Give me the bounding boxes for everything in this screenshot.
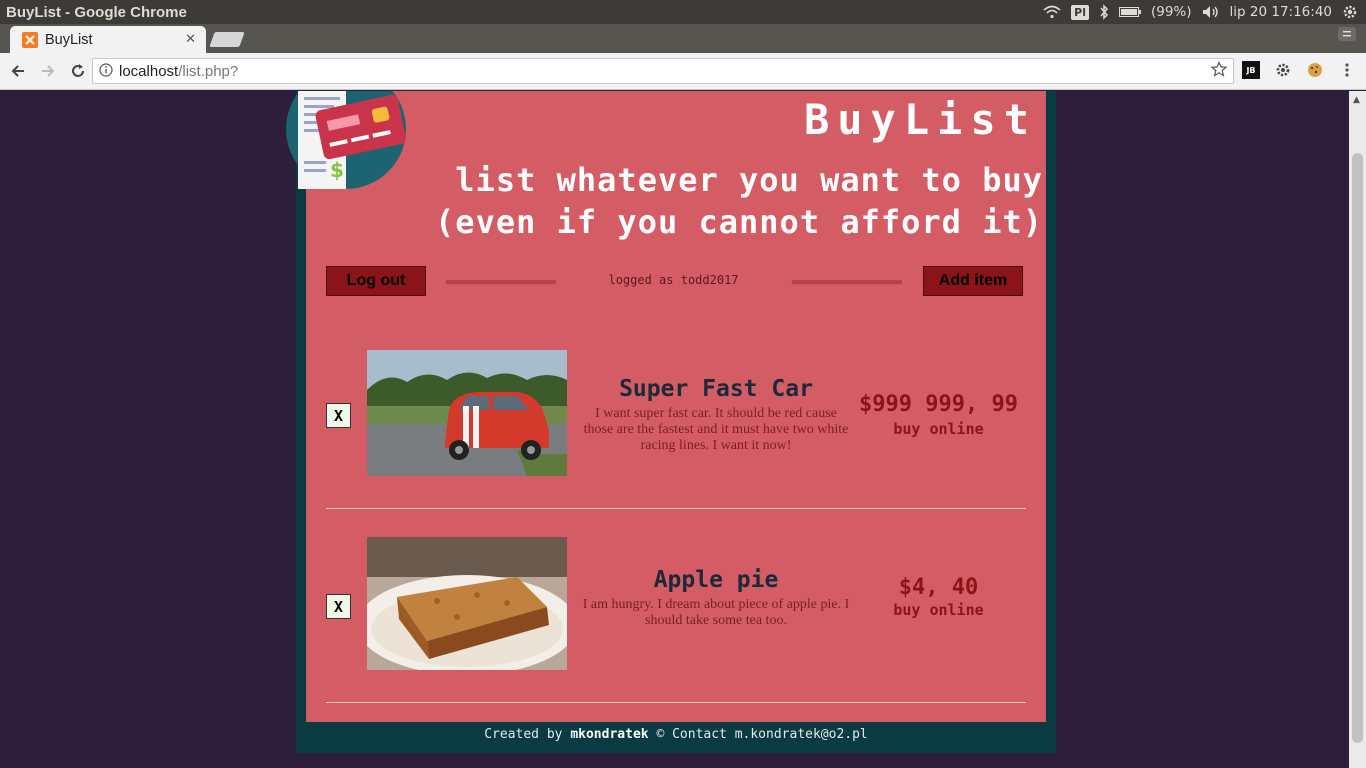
browser-tab-strip: BuyList ✕: [0, 24, 1366, 53]
svg-text:$: $: [330, 158, 344, 182]
logout-button[interactable]: Log out: [326, 266, 426, 296]
item-name: Apple pie: [653, 567, 779, 593]
url-text[interactable]: localhost/list.php?: [119, 63, 1211, 80]
buy-online-link[interactable]: buy online: [851, 420, 1026, 438]
footer-contact: © Contact m.kondratek@o2.pl: [656, 727, 868, 742]
logged-as-text: logged as todd2017: [608, 273, 739, 287]
tagline-line-2: (even if you cannot afford it): [435, 203, 1043, 241]
browser-toolbar: localhost/list.php? JB: [0, 53, 1366, 90]
item-divider: [326, 702, 1026, 703]
footer-author[interactable]: mkondratek: [570, 727, 648, 742]
page-viewport: $ BuyList list whatever you want to buy …: [0, 91, 1349, 768]
buy-online-link[interactable]: buy online: [851, 601, 1026, 619]
new-tab-button[interactable]: [209, 32, 245, 47]
wifi-icon[interactable]: [1043, 3, 1061, 21]
footer: Created by mkondratek © Contact m.kondra…: [296, 727, 1056, 742]
tagline-line-1: list whatever you want to buy: [455, 161, 1043, 199]
site-title: BuyList: [803, 95, 1037, 144]
user-controls: Log out logged as todd2017 Add item: [326, 266, 1023, 296]
tab-close-icon[interactable]: ✕: [185, 32, 196, 47]
xampp-favicon-icon: [22, 31, 38, 48]
reload-icon[interactable]: [64, 57, 92, 85]
list-item: X Apple pie I am hungry. I dream about p…: [326, 537, 1026, 707]
url-path: /list.php?: [178, 62, 239, 80]
bookmark-star-icon[interactable]: [1210, 61, 1228, 81]
volume-icon[interactable]: [1202, 3, 1220, 21]
tagline: list whatever you want to buy (even if y…: [423, 159, 1043, 243]
system-tray: Pl (99%) lip 20 17:16:40: [1043, 3, 1366, 21]
window-menu-button[interactable]: [1338, 27, 1356, 41]
os-top-bar: BuyList - Google Chrome Pl (99%) lip 20 …: [0, 0, 1366, 24]
forward-arrow-icon[interactable]: [34, 57, 62, 85]
battery-percent: (99%): [1150, 4, 1192, 20]
back-arrow-icon[interactable]: [4, 57, 32, 85]
buylist-logo-icon: $: [286, 91, 406, 189]
clock[interactable]: lip 20 17:16:40: [1230, 4, 1332, 20]
item-divider: [326, 508, 1026, 509]
bluetooth-icon[interactable]: [1099, 3, 1109, 21]
page-scrollbar[interactable]: ▲: [1349, 91, 1366, 768]
scroll-up-arrow-icon[interactable]: ▲: [1353, 95, 1360, 105]
tab-buylist[interactable]: BuyList ✕: [10, 26, 206, 53]
keyboard-layout-indicator[interactable]: Pl: [1071, 4, 1089, 20]
item-description: I want super fast car. It should be red …: [583, 406, 849, 453]
settings-gear-icon[interactable]: [1342, 3, 1358, 21]
extension-gear-icon[interactable]: [1274, 61, 1292, 79]
info-icon[interactable]: [99, 62, 113, 81]
battery-icon[interactable]: [1118, 3, 1141, 21]
cookie-extension-icon[interactable]: [1306, 61, 1324, 79]
scrollbar-thumb[interactable]: [1352, 153, 1363, 743]
extension-icons: JB: [1242, 61, 1356, 79]
add-item-button[interactable]: Add item: [923, 266, 1023, 296]
item-price: $4, 40: [898, 575, 979, 600]
remove-item-button[interactable]: X: [326, 594, 351, 619]
footer-created-by: Created by: [484, 727, 563, 742]
tab-title: BuyList: [45, 31, 93, 48]
divider-right: [792, 280, 902, 283]
url-host: localhost: [119, 62, 179, 80]
item-image-apple-pie: [367, 537, 567, 670]
item-price: $999 999, 99: [859, 392, 1018, 417]
window-title: BuyList - Google Chrome: [6, 3, 187, 21]
address-bar[interactable]: localhost/list.php?: [92, 58, 1234, 84]
jetbrains-extension-icon[interactable]: JB: [1242, 61, 1260, 79]
item-description: I am hungry. I dream about piece of appl…: [582, 597, 850, 628]
item-name: Super Fast Car: [619, 376, 813, 402]
list-item: X Super Fast Car I want super fast car. …: [326, 350, 1026, 510]
remove-item-button[interactable]: X: [326, 403, 351, 428]
item-image-car: [367, 350, 567, 476]
chrome-menu-icon[interactable]: [1338, 61, 1356, 79]
divider-left: [446, 280, 556, 283]
